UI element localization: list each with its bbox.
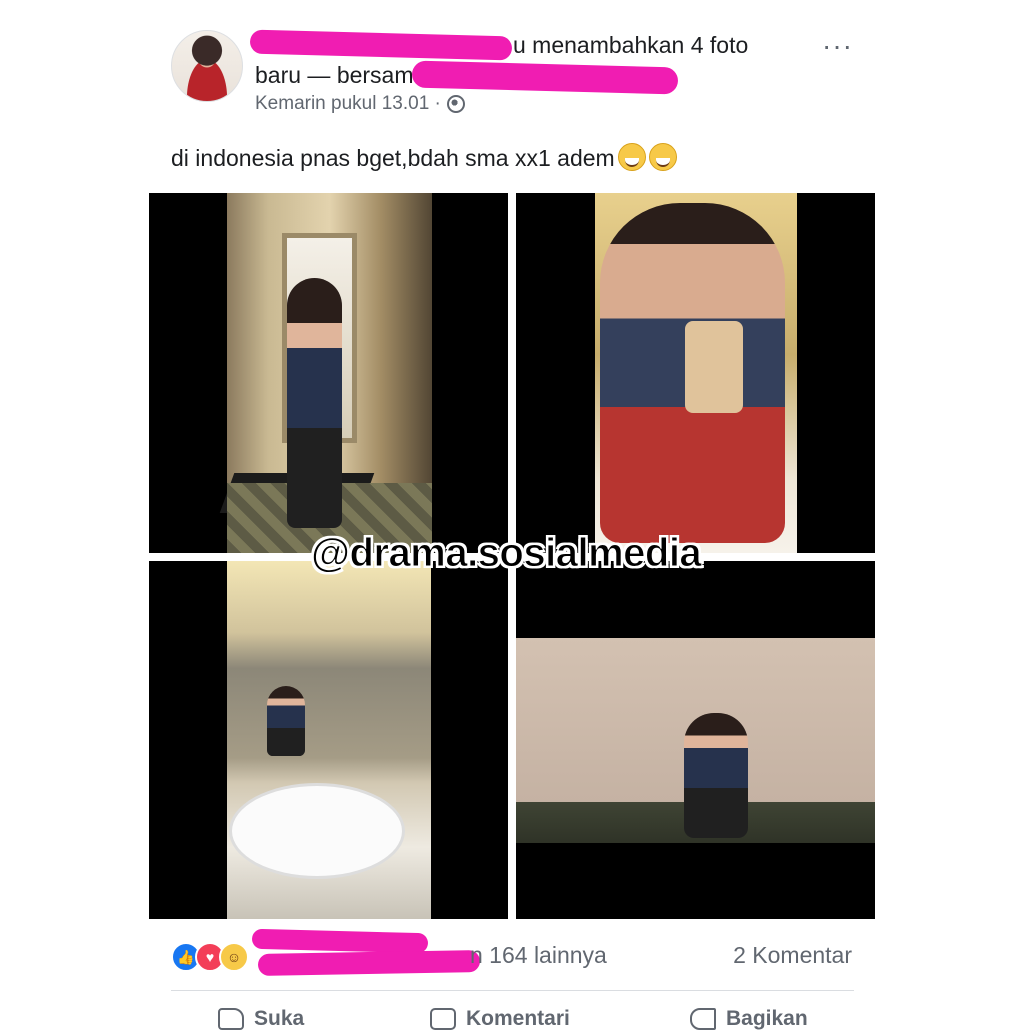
redaction-mark-tagged bbox=[411, 60, 679, 95]
phone bbox=[685, 321, 743, 413]
like-button[interactable]: Suka bbox=[218, 1007, 304, 1031]
photo-restroom-sink[interactable] bbox=[149, 561, 508, 919]
caption-text: di indonesia pnas bget,bdah sma xx1 adem bbox=[171, 145, 615, 171]
photo-mirror-selfie-hallway[interactable] bbox=[149, 193, 508, 553]
header-with-text: baru — bersam bbox=[255, 62, 414, 88]
photo-scene bbox=[595, 193, 797, 553]
photo-scene bbox=[219, 193, 432, 553]
post-meta: Kemarin pukul 13.01 · bbox=[255, 93, 465, 115]
tears-of-joy-icon bbox=[648, 143, 677, 171]
photo-selfie-closeup[interactable] bbox=[516, 193, 875, 553]
share-label: Bagikan bbox=[726, 1007, 808, 1030]
post-timestamp[interactable]: Kemarin pukul 13.01 · bbox=[255, 93, 441, 115]
header-action-text: u menambahkan 4 foto bbox=[513, 32, 749, 58]
comment-label: Komentari bbox=[466, 1007, 570, 1030]
divider bbox=[171, 990, 854, 991]
person-figure bbox=[267, 686, 305, 756]
photo-scene bbox=[516, 638, 875, 843]
reaction-icons[interactable]: 👍 ♥ ☺ bbox=[171, 942, 249, 972]
watermark-text: @drama.sosialmedia bbox=[310, 531, 702, 576]
haha-icon: ☺ bbox=[219, 942, 249, 972]
redaction-mark-reactors bbox=[251, 928, 429, 954]
person-figure bbox=[684, 713, 748, 838]
thumbs-up-icon bbox=[218, 1008, 244, 1030]
grinning-face-icon bbox=[617, 143, 646, 171]
person-figure bbox=[287, 278, 342, 528]
post-header-line2: baru — bersam bbox=[255, 62, 414, 89]
photo-scene bbox=[227, 561, 431, 919]
post-caption: di indonesia pnas bget,bdah sma xx1 adem bbox=[171, 143, 677, 172]
comment-bubble-icon bbox=[430, 1008, 456, 1030]
profile-avatar[interactable] bbox=[171, 30, 243, 102]
more-options-icon[interactable]: ··· bbox=[822, 30, 853, 62]
globe-icon bbox=[446, 95, 465, 113]
comment-count[interactable]: 2 Komentar bbox=[733, 942, 852, 969]
reaction-count-text[interactable]: n 164 lainnya bbox=[470, 942, 607, 969]
like-label: Suka bbox=[254, 1007, 305, 1030]
share-arrow-icon bbox=[690, 1008, 716, 1030]
redaction-mark-reactors-2 bbox=[257, 950, 481, 976]
share-button[interactable]: Bagikan bbox=[690, 1007, 808, 1031]
photo-sitting-by-wall[interactable] bbox=[516, 561, 875, 919]
sink bbox=[229, 783, 405, 879]
comment-button[interactable]: Komentari bbox=[430, 1007, 570, 1031]
